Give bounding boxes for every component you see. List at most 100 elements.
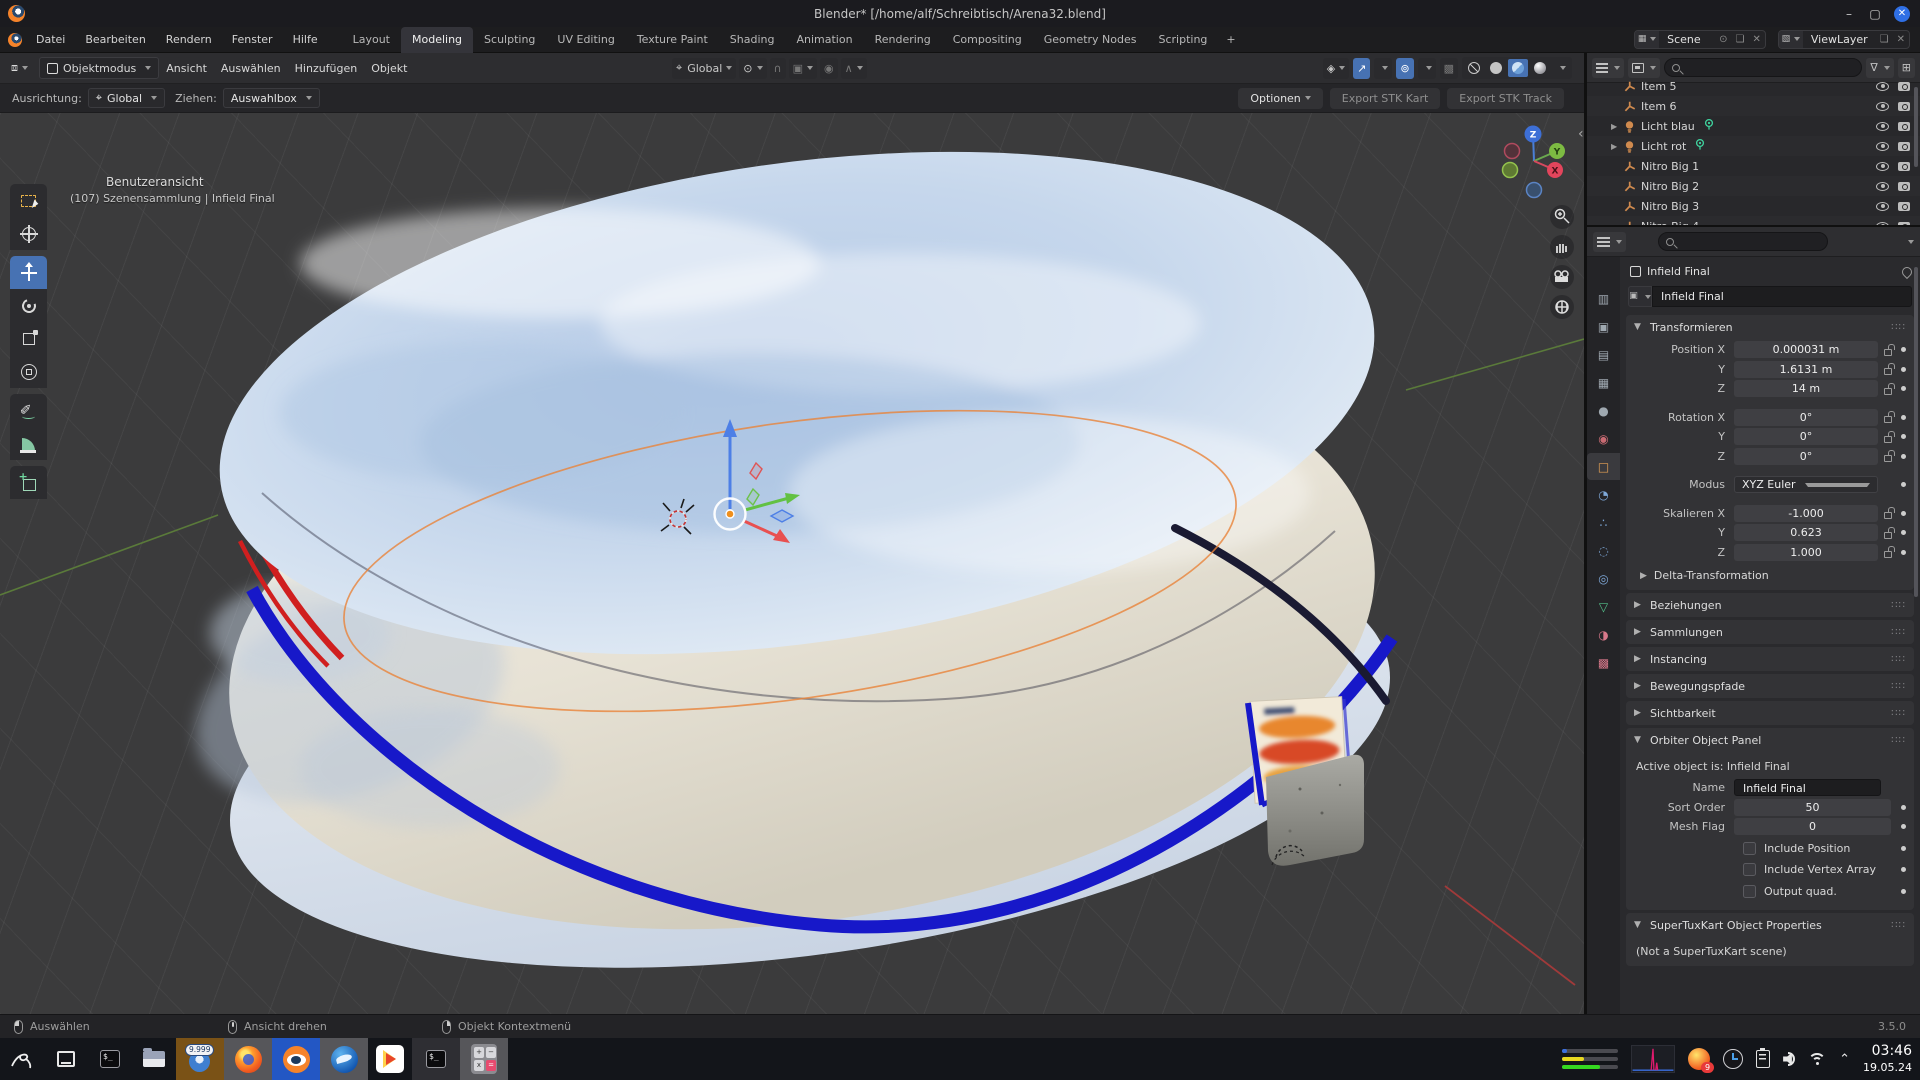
disable-in-render-icon[interactable] <box>1898 182 1910 191</box>
animate-dot[interactable] <box>1901 347 1906 352</box>
toolbar-tool-button[interactable] <box>10 184 47 217</box>
workspace-tab[interactable]: Animation <box>785 27 863 53</box>
camera-view-button[interactable] <box>1550 265 1574 289</box>
section-header[interactable]: ▶Bewegungspfade ∷∷ <box>1626 674 1914 698</box>
toolbar-tool-button[interactable] <box>10 466 47 499</box>
options-dropdown[interactable]: Optionen <box>1238 88 1322 109</box>
workspace-tab[interactable]: UV Editing <box>546 27 625 53</box>
lock-icon[interactable] <box>1884 532 1892 539</box>
expand-arrow-icon[interactable]: ▶ <box>1611 142 1623 151</box>
properties-tab[interactable]: ▩ <box>1587 649 1620 676</box>
disable-in-render-icon[interactable] <box>1898 162 1910 171</box>
new-viewlayer-icon[interactable]: ❏ <box>1876 34 1893 45</box>
clock-app-window[interactable]: 9.999 <box>176 1038 224 1080</box>
delta-transform-section[interactable]: ▶ Delta-Transformation <box>1626 563 1914 590</box>
hide-in-viewport-icon[interactable] <box>1876 142 1889 151</box>
properties-search-input[interactable] <box>1658 232 1828 251</box>
hide-in-viewport-icon[interactable] <box>1876 82 1889 91</box>
show-desktop-button[interactable] <box>44 1038 88 1080</box>
outliner-item[interactable]: ▶ Licht blau <box>1587 116 1920 136</box>
pan-button[interactable] <box>1550 235 1574 259</box>
proportional-falloff-dropdown[interactable]: ∧ <box>841 58 867 79</box>
unlink-scene-icon[interactable]: ✕ <box>1748 34 1764 45</box>
panel-grip-icon[interactable]: ∷∷ <box>1891 681 1906 692</box>
minimize-button[interactable]: – <box>1842 7 1856 21</box>
number-field[interactable]: -1.000 <box>1734 505 1878 522</box>
new-collection-button[interactable]: ⊞ <box>1898 58 1915 78</box>
disable-in-render-icon[interactable] <box>1898 82 1910 91</box>
properties-tab[interactable]: ◔ <box>1587 481 1620 508</box>
animate-dot[interactable] <box>1901 367 1906 372</box>
axis-minus-z-ball[interactable] <box>1527 183 1542 198</box>
number-field[interactable]: 0 <box>1734 818 1891 835</box>
number-field[interactable]: 0.000031 m <box>1734 341 1878 358</box>
toolbar-tool-button[interactable] <box>10 427 47 460</box>
orbiter-panel-header[interactable]: ▼Orbiter Object Panel ∷∷ <box>1626 728 1914 752</box>
orientation-select[interactable]: ⌖Global <box>88 88 165 108</box>
new-scene-icon[interactable]: ❏ <box>1732 34 1749 45</box>
panel-grip-icon[interactable]: ∷∷ <box>1891 654 1906 665</box>
viewlayer-selector[interactable]: ▧ ViewLayer ❏ ✕ <box>1778 30 1910 49</box>
mode-dropdown[interactable]: Objektmodus <box>39 57 159 79</box>
properties-scrollbar[interactable] <box>1914 267 1918 597</box>
number-field[interactable]: 1.000 <box>1734 544 1878 561</box>
properties-tab[interactable]: ▣ <box>1587 313 1620 340</box>
outliner-filter-dropdown[interactable]: ∇ <box>1866 58 1893 78</box>
snap-toggle[interactable]: ∩ <box>770 58 786 79</box>
cpu-graph[interactable] <box>1631 1045 1675 1073</box>
zoom-button[interactable] <box>1550 205 1574 229</box>
panel-grip-icon[interactable]: ∷∷ <box>1891 627 1906 638</box>
lock-icon[interactable] <box>1884 368 1892 375</box>
panel-grip-icon[interactable]: ∷∷ <box>1891 322 1906 333</box>
scene-selector[interactable]: ▦ Scene ⊙ ❏ ✕ <box>1634 30 1766 49</box>
workspace-tab[interactable]: Scripting <box>1148 27 1219 53</box>
panel-grip-icon[interactable]: ∷∷ <box>1891 600 1906 611</box>
workspace-tab[interactable]: Sculpting <box>473 27 546 53</box>
animate-dot[interactable] <box>1901 805 1906 810</box>
hide-in-viewport-icon[interactable] <box>1876 222 1889 226</box>
navigation-gizmo[interactable]: Z Y X <box>1503 126 1566 198</box>
terminal-launcher[interactable]: $_ <box>88 1038 132 1080</box>
toolbar-tool-button[interactable] <box>10 256 47 289</box>
blender-window-active[interactable] <box>272 1038 320 1080</box>
snap-target-dropdown[interactable]: ▣ <box>789 58 817 79</box>
properties-tab[interactable]: ◌ <box>1587 537 1620 564</box>
calculator-window[interactable]: +−x= <box>460 1038 508 1080</box>
animate-dot[interactable] <box>1901 846 1906 851</box>
lock-icon[interactable] <box>1884 436 1892 443</box>
number-field[interactable]: 50 <box>1734 799 1891 816</box>
panel-grip-icon[interactable]: ∷∷ <box>1891 735 1906 746</box>
file-manager-launcher[interactable] <box>132 1038 176 1080</box>
kali-menu-button[interactable] <box>0 1038 44 1080</box>
thunderbird-window[interactable] <box>320 1038 368 1080</box>
workspace-tab[interactable]: Geometry Nodes <box>1033 27 1148 53</box>
properties-editor-type-dropdown[interactable] <box>1593 232 1626 252</box>
animate-dot[interactable] <box>1901 386 1906 391</box>
scene-icon[interactable]: ▦ <box>1635 31 1659 48</box>
viewport-scene[interactable]: Z Y X <box>0 113 1584 1014</box>
checkbox[interactable] <box>1743 885 1756 898</box>
terminal-window[interactable]: $_ <box>412 1038 460 1080</box>
maximize-button[interactable]: ▢ <box>1868 7 1882 21</box>
rendered-shading-button[interactable] <box>1530 59 1550 77</box>
workspace-tab[interactable]: Layout <box>342 27 401 53</box>
pin-id-icon[interactable] <box>1900 264 1914 278</box>
expand-arrow-icon[interactable]: ▶ <box>1611 122 1623 131</box>
disable-in-render-icon[interactable] <box>1898 122 1910 131</box>
checkbox[interactable] <box>1743 863 1756 876</box>
outliner-item[interactable]: ▶ Nitro Big 4 <box>1587 216 1920 225</box>
viewport-menu[interactable]: Ansicht <box>159 57 214 79</box>
clock-widget[interactable]: 03:46 19.05.24 <box>1863 1043 1912 1074</box>
stk-panel-header[interactable]: ▼SuperTuxKart Object Properties ∷∷ <box>1626 913 1914 937</box>
viewport-menu[interactable]: Hinzufügen <box>288 57 365 79</box>
properties-tab[interactable]: ▽ <box>1587 593 1620 620</box>
properties-tab[interactable]: ∴ <box>1587 509 1620 536</box>
clipboard-tray-icon[interactable] <box>1756 1050 1770 1068</box>
remove-viewlayer-icon[interactable]: ✕ <box>1893 34 1909 45</box>
animate-dot[interactable] <box>1901 550 1906 555</box>
outliner-item[interactable]: ▶ Nitro Big 3 <box>1587 196 1920 216</box>
section-header[interactable]: ▶Beziehungen ∷∷ <box>1626 593 1914 617</box>
properties-options-dropdown[interactable] <box>1908 240 1914 244</box>
number-field[interactable]: 1.6131 m <box>1734 361 1878 378</box>
clock-tray-icon[interactable] <box>1723 1049 1743 1069</box>
